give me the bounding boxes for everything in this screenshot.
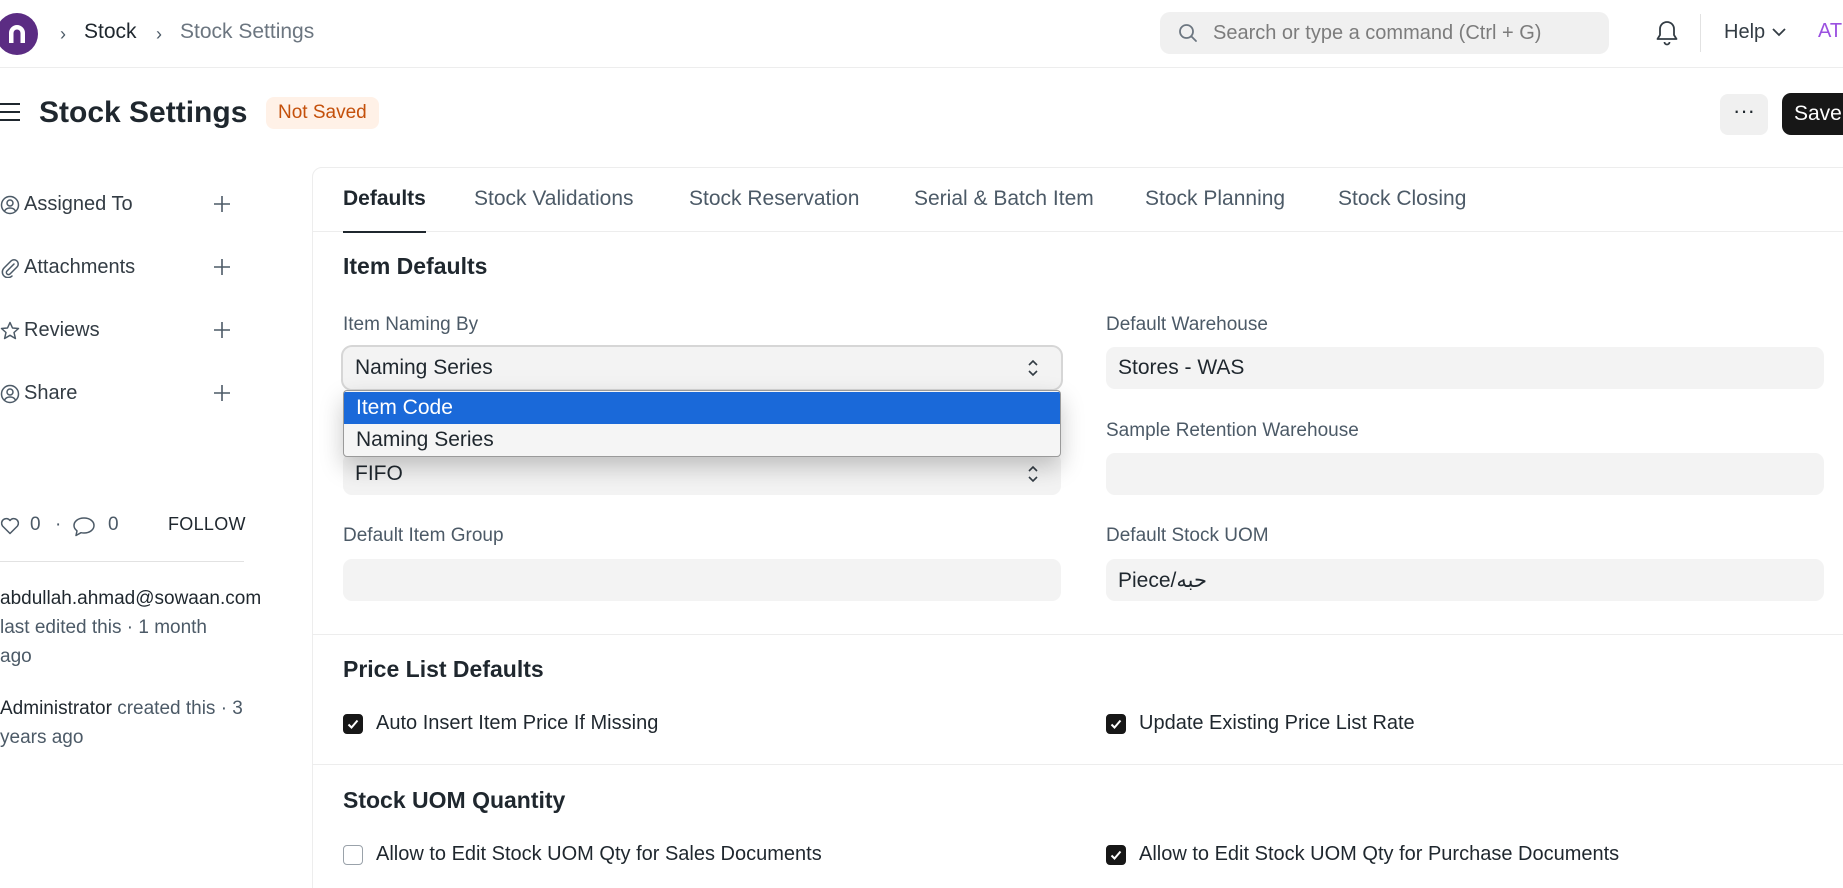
section-title-stock-uom-quantity: Stock UOM Quantity — [343, 787, 566, 813]
help-menu[interactable]: Help — [1724, 21, 1765, 44]
comment-icon[interactable] — [72, 516, 96, 538]
chevron-right-icon: › — [60, 24, 66, 44]
sidebar-item-attachments[interactable]: Attachments — [0, 253, 240, 283]
checkbox-label: Allow to Edit Stock UOM Qty for Sales Do… — [376, 843, 822, 865]
avatar[interactable]: AT — [1818, 20, 1842, 43]
user-icon — [0, 195, 20, 215]
plus-icon[interactable] — [212, 257, 232, 277]
default-stock-uom-label: Default Stock UOM — [1106, 525, 1269, 546]
sidebar-item-share[interactable]: Share — [0, 379, 240, 409]
select-arrows-icon — [1028, 359, 1038, 377]
status-badge: Not Saved — [266, 97, 379, 129]
checkbox-checked[interactable] — [1106, 714, 1126, 734]
chevron-down-icon[interactable] — [1772, 28, 1786, 37]
section-title-price-list-defaults: Price List Defaults — [343, 656, 544, 682]
dropdown-option-item-code[interactable]: Item Code — [344, 392, 1060, 424]
plus-icon[interactable] — [212, 383, 232, 403]
default-stock-uom-input[interactable]: Piece/حبه — [1106, 559, 1824, 601]
page-title: Stock Settings — [39, 96, 248, 129]
sidebar-item-label: Attachments — [24, 256, 136, 278]
activity-user[interactable]: abdullah.ahmad@sowaan.com — [0, 584, 290, 613]
tab-stock-reservation[interactable]: Stock Reservation — [689, 187, 859, 231]
sidebar-item-label: Reviews — [24, 319, 100, 341]
default-item-group-label: Default Item Group — [343, 525, 504, 546]
item-naming-by-select[interactable]: Naming Series — [343, 347, 1061, 389]
default-warehouse-input[interactable]: Stores - WAS — [1106, 347, 1824, 389]
checkbox-label: Update Existing Price List Rate — [1139, 712, 1415, 734]
sample-retention-warehouse-input[interactable] — [1106, 453, 1824, 495]
bell-icon[interactable] — [1655, 20, 1679, 46]
activity-user[interactable]: Administrator — [0, 698, 112, 719]
sample-retention-warehouse-label: Sample Retention Warehouse — [1106, 420, 1359, 441]
save-button[interactable]: Save — [1782, 93, 1843, 135]
default-item-group-input[interactable] — [343, 559, 1061, 601]
search-placeholder: Search or type a command (Ctrl + G) — [1213, 22, 1542, 44]
activity-last-edited: abdullah.ahmad@sowaan.com last edited th… — [0, 584, 290, 671]
section-divider — [313, 764, 1843, 765]
check-icon — [1110, 719, 1122, 729]
item-naming-by-dropdown: Item Code Naming Series — [343, 390, 1061, 457]
select-arrows-icon — [1028, 465, 1038, 483]
heart-icon[interactable] — [0, 517, 20, 535]
tab-serial-batch-item[interactable]: Serial & Batch Item — [914, 187, 1094, 231]
tab-stock-validations[interactable]: Stock Validations — [474, 187, 634, 231]
dropdown-option-naming-series[interactable]: Naming Series — [344, 424, 1060, 456]
sidebar-item-label: Assigned To — [24, 193, 133, 215]
plus-icon[interactable] — [212, 194, 232, 214]
dot-separator: · — [55, 514, 62, 535]
sidebar-divider — [0, 561, 244, 562]
share-user-icon — [0, 384, 20, 404]
plus-icon[interactable] — [212, 320, 232, 340]
search-input[interactable]: Search or type a command (Ctrl + G) — [1160, 12, 1609, 54]
chevron-right-icon: › — [156, 24, 162, 44]
sidebar-item-assigned-to[interactable]: Assigned To — [0, 190, 240, 220]
activity-text: last edited this · 1 month ago — [0, 617, 207, 667]
check-icon — [347, 719, 359, 729]
form-card: Defaults Stock Validations Stock Reserva… — [312, 167, 1843, 888]
checkbox-label: Allow to Edit Stock UOM Qty for Purchase… — [1139, 843, 1620, 865]
follow-button[interactable]: FOLLOW — [168, 514, 246, 535]
activity-created: Administrator created this · 3 years ago — [0, 694, 290, 752]
app-logo[interactable] — [0, 13, 38, 55]
sidebar-item-reviews[interactable]: Reviews — [0, 316, 240, 346]
menu-toggle-icon[interactable] — [0, 103, 20, 123]
section-title-item-defaults: Item Defaults — [343, 253, 488, 279]
breadcrumb-stock[interactable]: Stock — [84, 20, 137, 44]
valuation-method-value: FIFO — [355, 462, 403, 485]
item-naming-by-label: Item Naming By — [343, 314, 479, 335]
valuation-method-select[interactable]: FIFO — [343, 453, 1061, 495]
logo-icon — [9, 25, 25, 43]
default-warehouse-label: Default Warehouse — [1106, 314, 1268, 335]
checkbox-unchecked[interactable] — [343, 845, 363, 865]
check-icon — [1110, 850, 1122, 860]
tab-bar: Defaults Stock Validations Stock Reserva… — [313, 168, 1843, 233]
search-icon — [1179, 24, 1197, 42]
navbar: › Stock › Stock Settings Search or type … — [0, 0, 1843, 68]
more-actions-button[interactable]: ··· — [1720, 94, 1768, 135]
tab-stock-closing[interactable]: Stock Closing — [1338, 187, 1466, 231]
paperclip-icon — [1, 259, 19, 278]
navbar-divider — [1700, 14, 1701, 52]
comments-count: 0 — [108, 514, 119, 535]
item-naming-by-value: Naming Series — [355, 356, 493, 379]
star-icon — [0, 321, 20, 340]
tab-defaults[interactable]: Defaults — [343, 187, 426, 233]
breadcrumb-stock-settings[interactable]: Stock Settings — [180, 20, 314, 44]
sidebar-item-label: Share — [24, 382, 78, 404]
checkbox-checked[interactable] — [1106, 845, 1126, 865]
tab-stock-planning[interactable]: Stock Planning — [1145, 187, 1285, 231]
likes-count: 0 — [30, 514, 41, 535]
checkbox-label: Auto Insert Item Price If Missing — [376, 712, 659, 734]
checkbox-checked[interactable] — [343, 714, 363, 734]
section-divider — [313, 634, 1843, 635]
